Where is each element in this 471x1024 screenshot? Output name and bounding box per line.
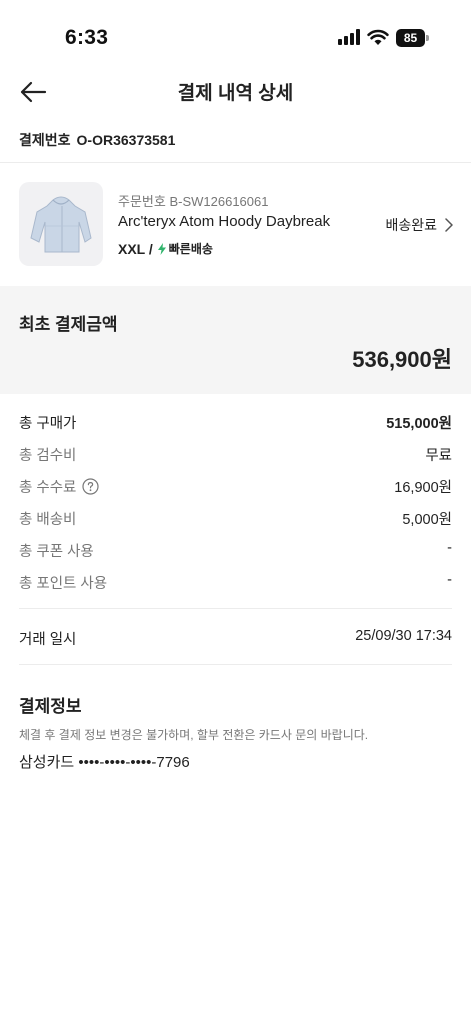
- breakdown-value: 무료: [425, 448, 452, 464]
- breakdown-value: 16,900원: [394, 480, 452, 496]
- breakdown-label: 총 검수비: [19, 448, 77, 464]
- cellular-signal-icon: [338, 29, 362, 45]
- nav-bar: 결제 내역 상세: [0, 70, 471, 114]
- breakdown-label: 총 수수료: [19, 480, 77, 496]
- chevron-right-icon: [445, 218, 453, 232]
- payment-number-value: O-OR36373581: [76, 132, 176, 148]
- initial-payment-section: 최초 결제금액 536,900원: [0, 286, 471, 394]
- breakdown-value: 515,000원: [386, 416, 452, 432]
- product-row[interactable]: 주문번호 B-SW126616061 Arc'teryx Atom Hoody …: [0, 164, 471, 284]
- breakdown-value: -: [447, 572, 452, 588]
- product-size: XXL /: [118, 240, 153, 257]
- product-image: [19, 182, 103, 266]
- breakdown-row-points: 총 포인트 사용 -: [19, 572, 452, 594]
- status-time: 6:33: [65, 26, 109, 49]
- breakdown-value: -: [447, 540, 452, 556]
- product-name: Arc'teryx Atom Hoody Daybreak: [118, 213, 331, 230]
- delivery-status-link[interactable]: 배송완료: [385, 215, 453, 235]
- page-title: 결제 내역 상세: [177, 83, 294, 104]
- breakdown-value: 5,000원: [402, 512, 452, 528]
- product-option: XXL / 빠른배송: [118, 240, 213, 257]
- payment-card: 삼성카드 ••••-••••-••••-7796: [19, 754, 190, 771]
- delivery-status: 배송완료: [385, 217, 437, 233]
- divider: [19, 664, 452, 665]
- question-circle-icon[interactable]: [82, 478, 99, 495]
- transaction-date-row: 거래 일시 25/09/30 17:34: [19, 628, 452, 650]
- payment-info-title: 결제정보: [19, 697, 82, 716]
- initial-payment-label: 최초 결제금액: [19, 315, 118, 334]
- breakdown-fee-label-wrap: 총 수수료: [19, 476, 99, 497]
- breakdown-label: 총 포인트 사용: [19, 576, 108, 592]
- payment-number: 결제번호 O-OR36373581: [19, 130, 175, 150]
- breakdown-row-coupon: 총 쿠폰 사용 -: [19, 540, 452, 562]
- breakdown-row-shipping: 총 배송비 5,000원: [19, 508, 452, 530]
- divider: [19, 608, 452, 609]
- transaction-date-value: 25/09/30 17:34: [355, 628, 452, 644]
- divider: [0, 162, 471, 163]
- payment-number-label: 결제번호: [19, 132, 71, 148]
- breakdown-label: 총 구매가: [19, 416, 77, 432]
- payment-info-notice: 체결 후 결제 정보 변경은 불가하며, 할부 전환은 카드사 문의 바랍니다.: [19, 728, 369, 742]
- breakdown-row-inspection: 총 검수비 무료: [19, 444, 452, 466]
- lightning-icon: [157, 242, 166, 255]
- breakdown-label: 총 쿠폰 사용: [19, 544, 94, 560]
- breakdown-row-fee: 총 수수료 16,900원: [19, 476, 452, 498]
- status-bar: 6:33 85: [0, 0, 471, 70]
- initial-payment-amount: 536,900원: [352, 347, 452, 372]
- battery-icon: 85: [396, 29, 430, 47]
- fast-shipping-label: 빠른배송: [168, 242, 213, 256]
- battery-level: 85: [403, 31, 418, 45]
- order-number: 주문번호 B-SW126616061: [118, 194, 269, 209]
- wifi-icon: [367, 29, 389, 45]
- transaction-date-label: 거래 일시: [19, 632, 77, 648]
- breakdown-label: 총 배송비: [19, 512, 77, 528]
- breakdown-row-purchase: 총 구매가 515,000원: [19, 412, 452, 434]
